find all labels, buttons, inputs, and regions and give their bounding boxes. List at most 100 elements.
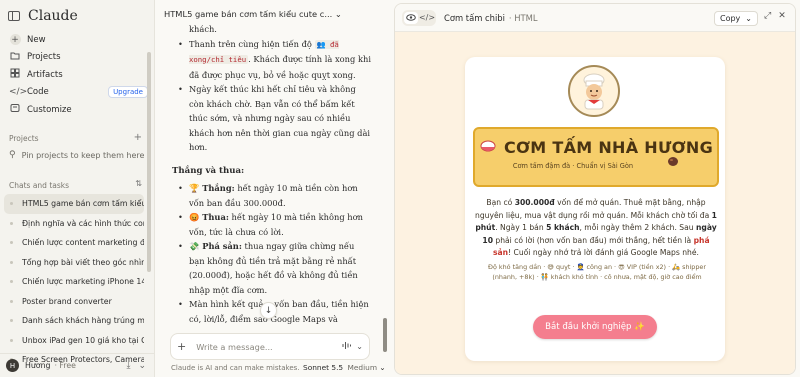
title-banner: CƠM TẤM NHÀ HƯƠNG Cơm tấm đậm đà · Chuẩn… [473, 127, 719, 187]
game-title: CƠM TẤM NHÀ HƯƠNG [475, 138, 717, 157]
preview-eye-icon[interactable] [404, 11, 418, 24]
label: 💸 Phá sản: [189, 241, 242, 251]
artifact-actions: ⤢ ✕ [764, 11, 786, 21]
game-subtitle-text: Cơm tấm đậm đà · Chuẩn vị Sài Gòn [512, 162, 634, 170]
customize-icon [9, 103, 21, 116]
chat-item-title: Chiến lược marketing iPhone 14 P [22, 277, 144, 287]
game-start-card: CƠM TẤM NHÀ HƯƠNG Cơm tấm đậm đà · Chuẩn… [465, 57, 725, 361]
list-item: 💸 Phá sản: thua ngay giữa chừng nếu bạn … [178, 239, 372, 297]
chat-item[interactable]: Chiến lược content marketing điệ [4, 233, 144, 253]
message-composer[interactable]: + Write a message... ⌄ [170, 333, 370, 360]
nav-artifacts[interactable]: Artifacts [6, 66, 148, 84]
user-menu[interactable]: H Hương · Free ⤓ ⌄ [0, 353, 154, 377]
plus-icon: + [9, 34, 21, 46]
chevron-down-icon[interactable]: ⌄ [745, 14, 752, 23]
nav-new-chat[interactable]: + New [6, 31, 148, 49]
nav-code[interactable]: </> Code Upgrade [6, 84, 148, 102]
text: . Ngày 1 bán [495, 223, 547, 233]
chat-title[interactable]: HTML5 game bán cơm tấm kiểu cute c... ⌄ [164, 9, 342, 19]
chevron-updown-icon[interactable]: ⌄ [138, 361, 146, 371]
attach-plus-icon[interactable]: + [177, 340, 186, 353]
capital-value: 300.000đ [514, 198, 555, 207]
view-toggle: </> [402, 9, 436, 26]
nav-customize[interactable]: Customize [6, 101, 148, 119]
chat-item-title: Chiến lược content marketing điệ [22, 238, 144, 248]
chat-item-title: Unbox iPad gen 10 giá kho tại Gia [22, 335, 144, 345]
chat-item[interactable]: Tổng hợp bài viết theo góc nhìn c [4, 253, 144, 273]
code-view-icon[interactable]: </> [419, 12, 435, 24]
rules-list: Thanh trên cùng hiện tiến độ 👥 đã xong/c… [172, 37, 372, 155]
chat-scrollbar[interactable] [383, 318, 387, 352]
list-item: 😡 Thua: hết ngày 10 mà tiền không hơn vố… [178, 210, 372, 239]
chat-item-title: HTML5 game bán cơm tấm kiểu cu [22, 199, 144, 209]
chat-item-title: Danh sách khách hàng trúng mini g [22, 316, 144, 326]
pin-hint-text: Pin projects to keep them here [21, 150, 145, 160]
message-area: khách. Thanh trên cùng hiện tiến độ 👥 đã… [155, 22, 392, 332]
artifact-title: Cơm tấm chibi [444, 12, 505, 23]
sidebar: Claude + New Projects Artifacts </> Code… [0, 0, 155, 377]
text: ! Cuối ngày nhớ trả lời đánh giá Google … [508, 248, 699, 258]
upgrade-badge[interactable]: Upgrade [108, 86, 148, 99]
chevron-down-icon[interactable]: ⌄ [356, 342, 363, 351]
chat-item[interactable]: Unbox iPad gen 10 giá kho tại Gia [4, 331, 144, 351]
chat-item[interactable]: Chiến lược marketing iPhone 14 P [4, 272, 144, 292]
copy-label: Copy [720, 14, 741, 23]
disclaimer: Claude is AI and can make mistakes. [171, 364, 300, 372]
nav-label: New [27, 34, 46, 45]
chat-item[interactable]: Poster brand converter [4, 292, 144, 312]
model-mode: Medium [347, 363, 378, 372]
text: Thanh trên cùng hiện tiến độ [189, 38, 315, 49]
chat-list: HTML5 game bán cơm tấm kiểu cu Định nghĩ… [4, 194, 144, 370]
artifact-preview: CƠM TẤM NHÀ HƯƠNG Cơm tấm đậm đà · Chuẩn… [395, 32, 795, 374]
expand-icon[interactable]: ⤢ [764, 11, 771, 21]
artifacts-icon [9, 68, 21, 81]
customers-value: 5 khách [546, 223, 580, 233]
chef-mascot-icon [568, 65, 620, 117]
voice-wave-icon[interactable] [342, 341, 352, 352]
sidebar-header: Claude [8, 8, 146, 24]
user-name: Hương [25, 361, 51, 370]
copy-button[interactable]: Copy ⌄ [714, 11, 758, 26]
nav-label: Customize [27, 104, 72, 115]
nav-label: Artifacts [27, 69, 63, 80]
difficulty-legend: Độ khó tăng dần · 😅 quỵt · 👮 công an · 😎… [488, 263, 706, 282]
chevron-down-icon: ⌄ [334, 9, 342, 19]
chat-item[interactable]: HTML5 game bán cơm tấm kiểu cu [4, 194, 144, 214]
grilled-pork-icon [667, 156, 679, 169]
pin-projects-hint: ⚲ Pin projects to keep them here [9, 150, 144, 160]
sidebar-scrollbar[interactable] [147, 52, 151, 272]
assistant-message: khách. Thanh trên cùng hiện tiến độ 👥 đã… [172, 22, 372, 326]
folder-icon [9, 51, 21, 63]
chat-item-title: Định nghĩa và các hình thức conte [22, 218, 144, 228]
chat-item-title: Poster brand converter [22, 296, 112, 306]
download-icon[interactable]: ⤓ [126, 361, 130, 371]
list-item: Thanh trên cùng hiện tiến độ 👥 đã xong/c… [178, 37, 372, 83]
nav-projects[interactable]: Projects [6, 49, 148, 67]
game-title-text: CƠM TẤM NHÀ HƯƠNG [503, 138, 714, 157]
nav-label: Projects [27, 52, 61, 63]
game-description: Bạn có 300.000đ vốn để mở quán. Thuê mặt… [473, 197, 719, 260]
code-icon: </> [9, 87, 28, 98]
sort-icon[interactable]: ⇅ [135, 179, 142, 188]
list-item: Màn hình kết quả… vốn ban đầu, tiền hiện… [178, 297, 372, 326]
start-game-button[interactable]: Bắt đầu khởi nghiệp ✨ [533, 315, 657, 339]
arrow-down-icon: ↓ [264, 305, 273, 316]
scroll-down-button[interactable]: ↓ [260, 302, 277, 319]
avatar: H [6, 359, 19, 372]
game-subtitle: Cơm tấm đậm đà · Chuẩn vị Sài Gòn [475, 156, 717, 170]
message-input[interactable]: Write a message... [196, 342, 272, 352]
chat-item[interactable]: Danh sách khách hàng trúng mini g [4, 311, 144, 331]
text: phải có lời (hơn vốn ban đầu) mới thắng,… [492, 235, 694, 245]
section-heading: Thắng và thua: [172, 165, 245, 176]
add-project-icon[interactable]: + [134, 132, 142, 143]
sidebar-toggle-icon[interactable] [8, 11, 20, 21]
artifact-type: · HTML [508, 12, 538, 23]
sidebar-nav: + New Projects Artifacts </> Code Upgrad… [6, 31, 148, 119]
chat-item[interactable]: Định nghĩa và các hình thức conte [4, 214, 144, 234]
model-selector[interactable]: Sonnet 5.5 Medium ⌄ [303, 363, 386, 372]
close-icon[interactable]: ✕ [778, 11, 786, 21]
artifact-panel: </> Cơm tấm chibi · HTML Copy ⌄ ⤢ ✕ CƠM … [394, 3, 796, 375]
user-plan: · Free [54, 361, 76, 370]
model-name: Sonnet 5.5 [303, 363, 344, 372]
brand-logo[interactable]: Claude [28, 8, 78, 24]
